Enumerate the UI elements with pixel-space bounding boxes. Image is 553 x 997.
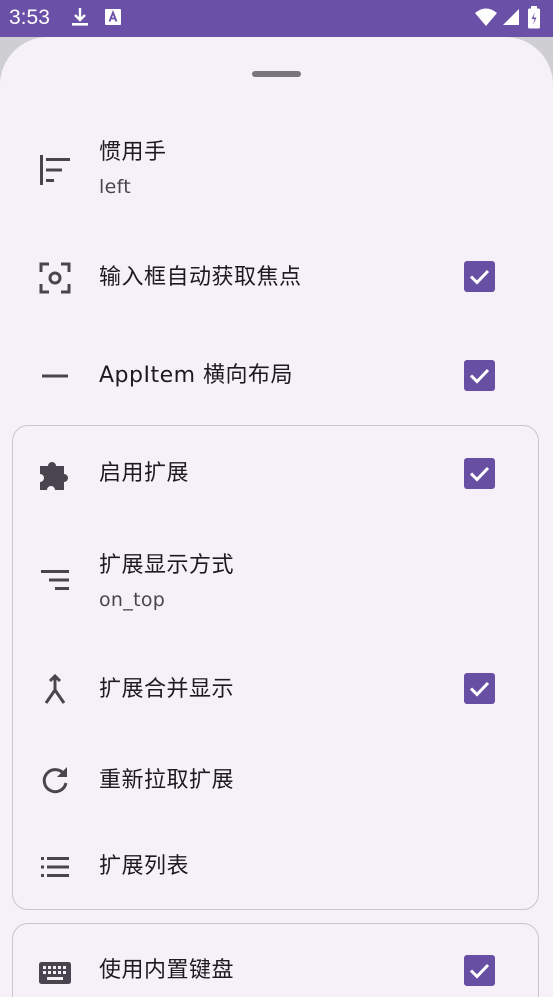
setting-title: 输入框自动获取焦点 (99, 265, 302, 290)
setting-extension-list[interactable]: 扩展列表 (0, 827, 553, 907)
list-icon (37, 849, 73, 885)
keyboard-notification-icon (104, 6, 122, 32)
signal-icon (502, 6, 520, 32)
setting-title: 惯用手 (99, 140, 167, 165)
setting-value: on_top (99, 589, 166, 611)
sort-icon (37, 562, 73, 598)
focus-icon (37, 260, 73, 296)
setting-title: 扩展合并显示 (99, 677, 235, 702)
setting-refetch-extensions[interactable]: 重新拉取扩展 (0, 742, 553, 822)
keyboard-icon (37, 955, 73, 991)
setting-title: 扩展显示方式 (99, 553, 235, 578)
merge-extensions-checkbox[interactable] (464, 673, 495, 704)
appitem-horizontal-checkbox[interactable] (464, 360, 495, 391)
download-icon (70, 6, 90, 32)
autofocus-checkbox[interactable] (464, 261, 495, 292)
setting-title: 重新拉取扩展 (99, 768, 235, 793)
refresh-icon (37, 763, 73, 799)
setting-builtin-keyboard[interactable]: 使用内置键盘 (0, 932, 553, 997)
settings-bottom-sheet: 惯用手 left 输入框自动获取焦点 AppItem 横向布局 启用扩展 扩展显… (0, 37, 553, 997)
status-time: 3:53 (9, 6, 50, 29)
setting-handedness[interactable]: 惯用手 left (0, 127, 553, 217)
setting-title: 使用内置键盘 (99, 958, 235, 983)
enable-extensions-checkbox[interactable] (464, 458, 495, 489)
extension-puzzle-icon (37, 456, 73, 492)
horizontal-rule-icon (37, 358, 73, 394)
setting-title: 启用扩展 (99, 461, 190, 486)
battery-icon (527, 6, 541, 34)
status-bar: 3:53 (0, 0, 553, 37)
setting-value: left (99, 176, 131, 198)
drag-handle[interactable] (252, 71, 301, 77)
setting-extension-display-mode[interactable]: 扩展显示方式 on_top (0, 540, 553, 630)
setting-title: 扩展列表 (99, 854, 190, 879)
merge-icon (37, 672, 73, 708)
setting-title: AppItem 横向布局 (99, 363, 294, 388)
setting-enable-extensions[interactable]: 启用扩展 (0, 430, 553, 520)
builtin-keyboard-checkbox[interactable] (464, 955, 495, 986)
align-left-icon (37, 152, 73, 188)
setting-merge-extensions[interactable]: 扩展合并显示 (0, 645, 553, 735)
setting-autofocus[interactable]: 输入框自动获取焦点 (0, 232, 553, 322)
setting-appitem-horizontal[interactable]: AppItem 横向布局 (0, 332, 553, 422)
wifi-icon (474, 6, 498, 32)
